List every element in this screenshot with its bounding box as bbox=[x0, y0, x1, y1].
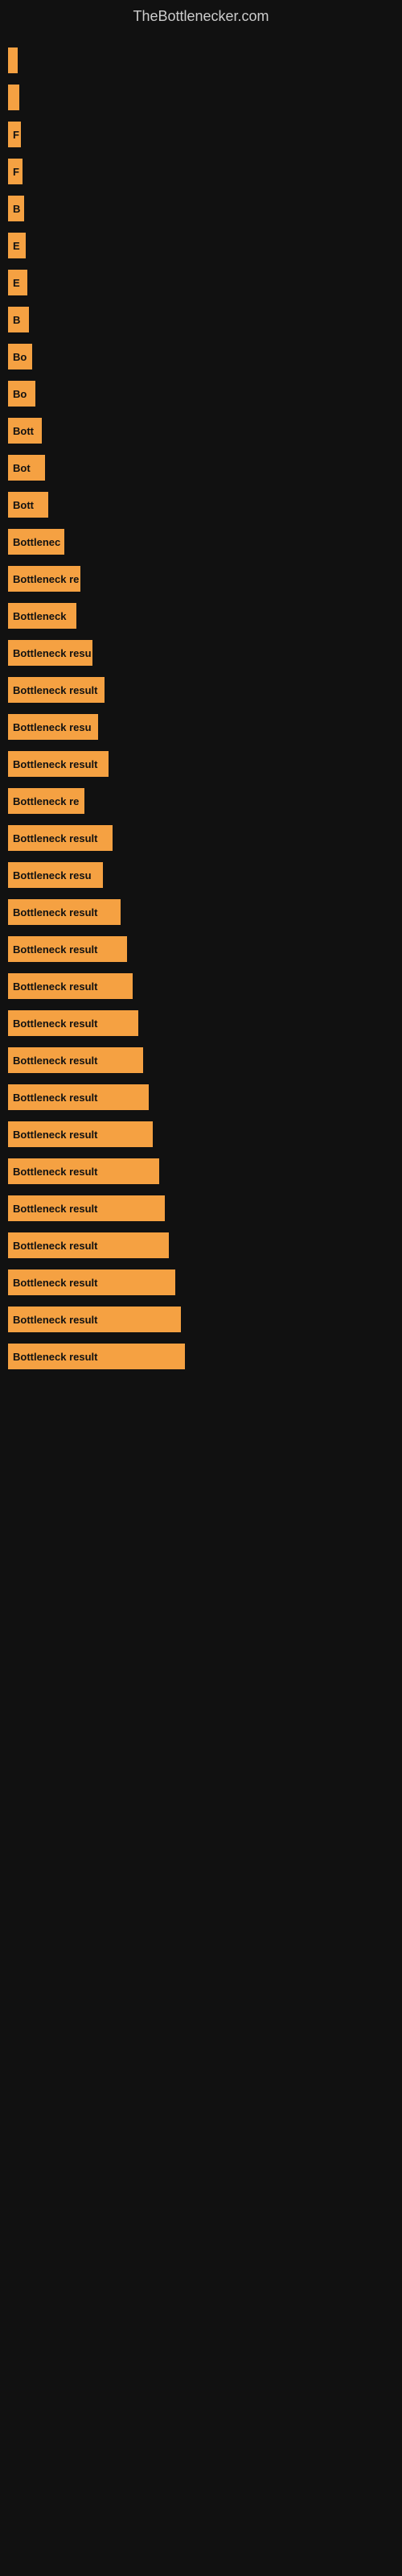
bottleneck-bar: Bottleneck resu bbox=[8, 862, 103, 888]
bar-row: F bbox=[8, 119, 394, 150]
bottleneck-bar: Bot bbox=[8, 455, 45, 481]
bottleneck-bar: Bottleneck re bbox=[8, 566, 80, 592]
bar-row: E bbox=[8, 267, 394, 298]
bottleneck-bar: Bottleneck result bbox=[8, 1084, 149, 1110]
bar-row: Bottleneck result bbox=[8, 1193, 394, 1224]
bar-row: Bo bbox=[8, 341, 394, 372]
bar-row: Bottleneck result bbox=[8, 823, 394, 853]
bar-row: B bbox=[8, 304, 394, 335]
bar-row: Bottleneck result bbox=[8, 1304, 394, 1335]
bar-row: Bottleneck result bbox=[8, 749, 394, 779]
bar-row: Bottleneck result bbox=[8, 1119, 394, 1150]
bottleneck-bar: Bottleneck result bbox=[8, 677, 105, 703]
bar-row: Bottleneck resu bbox=[8, 712, 394, 742]
bottleneck-bar: Bottleneck result bbox=[8, 1121, 153, 1147]
bar-row: Bot bbox=[8, 452, 394, 483]
bottleneck-bar: Bottleneck bbox=[8, 603, 76, 629]
bottleneck-bar: Bottleneck result bbox=[8, 1344, 185, 1369]
bar-row bbox=[8, 45, 394, 76]
bar-row: Bottleneck result bbox=[8, 1045, 394, 1075]
bottleneck-bar: Bottleneck result bbox=[8, 825, 113, 851]
bottleneck-bar: Bottleneck result bbox=[8, 1010, 138, 1036]
bottleneck-bar: Bottlenec bbox=[8, 529, 64, 555]
bars-container: FFBEEBBoBoBottBotBottBottlenecBottleneck… bbox=[0, 29, 402, 1394]
bottleneck-bar: F bbox=[8, 122, 21, 147]
bottleneck-bar: Bottleneck result bbox=[8, 1307, 181, 1332]
bar-row: Bottleneck result bbox=[8, 934, 394, 964]
site-title: TheBottlenecker.com bbox=[0, 0, 402, 29]
bar-row: Bott bbox=[8, 415, 394, 446]
bottleneck-bar: Bottleneck result bbox=[8, 973, 133, 999]
bar-row: Bott bbox=[8, 489, 394, 520]
bottleneck-bar: Bottleneck result bbox=[8, 751, 109, 777]
bar-row: B bbox=[8, 193, 394, 224]
bar-row: Bottleneck result bbox=[8, 1341, 394, 1372]
bar-row: Bottleneck result bbox=[8, 1230, 394, 1261]
bottleneck-bar: Bottleneck result bbox=[8, 1047, 143, 1073]
bar-row: Bottleneck resu bbox=[8, 638, 394, 668]
bar-row: Bottleneck result bbox=[8, 897, 394, 927]
bottleneck-bar: Bott bbox=[8, 492, 48, 518]
bottleneck-bar: E bbox=[8, 270, 27, 295]
bar-row: Bottleneck result bbox=[8, 1082, 394, 1113]
bar-row: Bottleneck re bbox=[8, 786, 394, 816]
bottleneck-bar: Bottleneck result bbox=[8, 936, 127, 962]
bottleneck-bar bbox=[8, 47, 18, 73]
bar-row: Bo bbox=[8, 378, 394, 409]
bottleneck-bar: B bbox=[8, 196, 24, 221]
bottleneck-bar: Bott bbox=[8, 418, 42, 444]
bottleneck-bar: F bbox=[8, 159, 23, 184]
bottleneck-bar: Bottleneck result bbox=[8, 1269, 175, 1295]
bar-row: Bottleneck bbox=[8, 601, 394, 631]
bottleneck-bar: Bo bbox=[8, 381, 35, 407]
bottleneck-bar: B bbox=[8, 307, 29, 332]
bar-row: Bottleneck result bbox=[8, 971, 394, 1001]
bottleneck-bar: E bbox=[8, 233, 26, 258]
bottleneck-bar: Bottleneck re bbox=[8, 788, 84, 814]
bottleneck-bar: Bottleneck result bbox=[8, 899, 121, 925]
bar-row bbox=[8, 82, 394, 113]
bar-row: F bbox=[8, 156, 394, 187]
bar-row: Bottleneck re bbox=[8, 564, 394, 594]
bottleneck-bar: Bottleneck result bbox=[8, 1195, 165, 1221]
bar-row: E bbox=[8, 230, 394, 261]
bar-row: Bottleneck result bbox=[8, 1267, 394, 1298]
bottleneck-bar: Bottleneck resu bbox=[8, 714, 98, 740]
bar-row: Bottleneck resu bbox=[8, 860, 394, 890]
bar-row: Bottleneck result bbox=[8, 1008, 394, 1038]
bottleneck-bar: Bottleneck resu bbox=[8, 640, 92, 666]
bar-row: Bottlenec bbox=[8, 526, 394, 557]
bottleneck-bar: Bo bbox=[8, 344, 32, 369]
bottleneck-bar bbox=[8, 85, 19, 110]
bar-row: Bottleneck result bbox=[8, 675, 394, 705]
bar-row: Bottleneck result bbox=[8, 1156, 394, 1187]
bottleneck-bar: Bottleneck result bbox=[8, 1158, 159, 1184]
bottleneck-bar: Bottleneck result bbox=[8, 1232, 169, 1258]
